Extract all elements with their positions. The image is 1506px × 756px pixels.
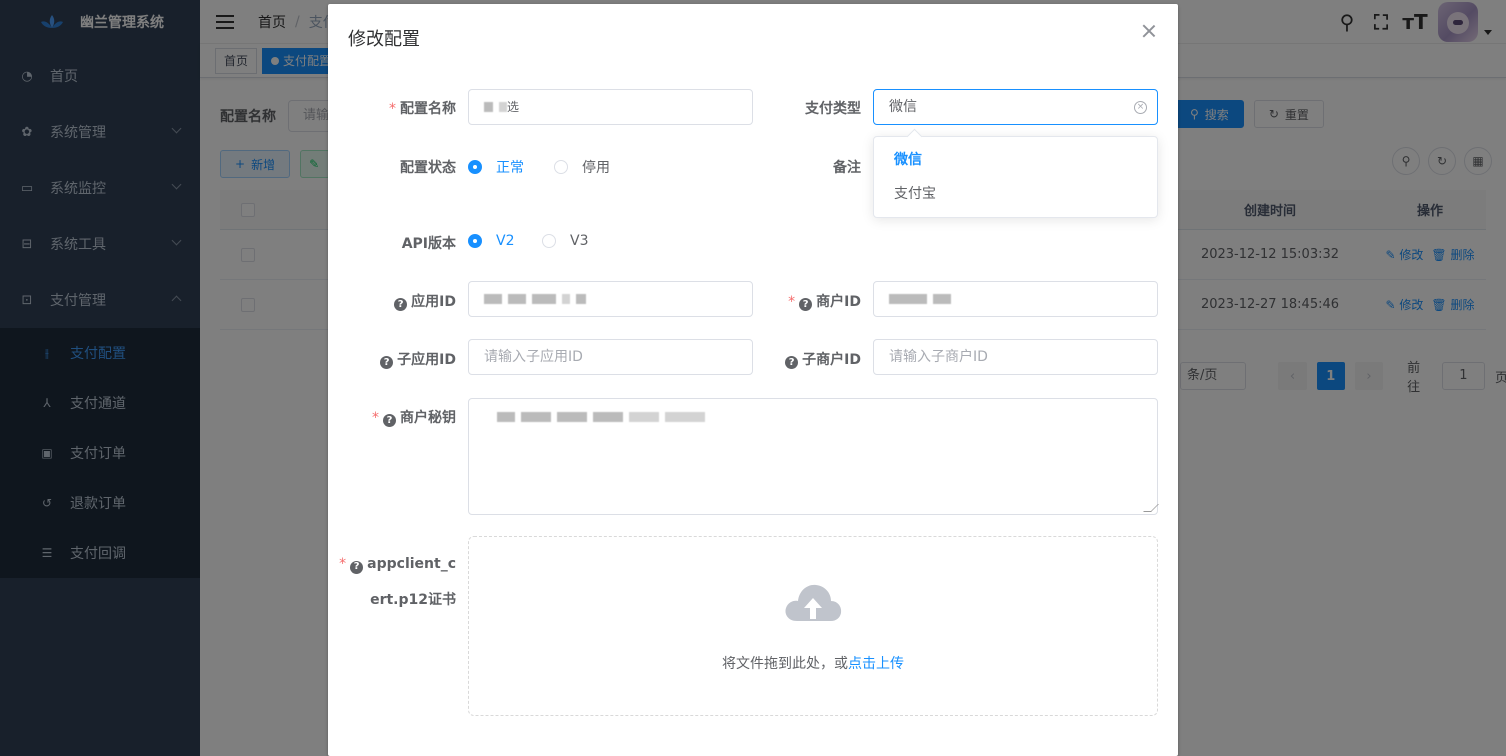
radio-label: 正常 <box>496 160 524 176</box>
mch-key-label: *? 商户秘钥 <box>372 407 456 427</box>
redacted-text <box>532 294 556 304</box>
redacted-text <box>665 412 705 422</box>
question-icon[interactable]: ? <box>785 356 799 369</box>
sub-mch-id-label: ? 子商户ID <box>785 349 861 369</box>
redacted-text <box>889 294 927 304</box>
pay-type-label: 支付类型 <box>805 98 861 118</box>
redacted-text <box>562 294 570 304</box>
config-name-value-suffix: 选 <box>507 100 520 114</box>
cloud-upload-icon <box>785 584 842 621</box>
cert-label-line1: *? appclient_c <box>339 546 456 582</box>
cert-label-line2: ert.p12证书 <box>370 592 456 608</box>
radio-unchecked-icon <box>542 234 556 248</box>
dropdown-option-wechat[interactable]: 微信 <box>874 143 1157 177</box>
sub-app-id-input[interactable]: 请输入子应用ID <box>468 339 753 375</box>
remark-label-text: 备注 <box>833 160 861 176</box>
required-mark: * <box>339 556 347 572</box>
question-icon[interactable]: ? <box>799 298 813 311</box>
redacted-text <box>497 412 515 422</box>
cert-upload-dropzone[interactable]: 将文件拖到此处，或点击上传 <box>468 536 1158 716</box>
redacted-text <box>933 294 951 304</box>
sub-mch-id-input[interactable]: 请输入子商户ID <box>873 339 1158 375</box>
status-label-text: 配置状态 <box>400 160 456 176</box>
required-mark: * <box>389 101 396 117</box>
status-radio-normal[interactable]: 正常 <box>468 157 524 177</box>
pay-type-dropdown: 微信 支付宝 <box>873 136 1158 218</box>
edit-config-dialog: 修改配置 * 配置名称 选 支付类型 微信 × 配置状态 正常 停用 备注 API… <box>328 4 1178 756</box>
radio-label: V3 <box>570 233 589 249</box>
remark-label: 备注 <box>833 157 861 177</box>
config-name-label-text: 配置名称 <box>400 101 456 117</box>
redacted-text <box>499 102 507 112</box>
api-version-label: API版本 <box>402 233 456 253</box>
redacted-text <box>484 102 493 112</box>
pay-type-select[interactable]: 微信 × <box>873 89 1158 125</box>
cert-label: *? appclient_c ert.p12证书 <box>339 546 456 618</box>
close-icon[interactable] <box>1142 24 1156 38</box>
redacted-text <box>484 294 502 304</box>
radio-checked-icon <box>468 160 482 174</box>
app-id-label: ? 应用ID <box>394 291 456 311</box>
sub-app-id-label: ? 子应用ID <box>380 349 456 369</box>
mch-id-label-text: 商户ID <box>816 294 861 310</box>
radio-unchecked-icon <box>554 160 568 174</box>
pay-type-label-text: 支付类型 <box>805 101 861 117</box>
config-name-label: * 配置名称 <box>389 98 456 118</box>
mch-id-label: *? 商户ID <box>788 291 861 311</box>
config-name-input[interactable]: 选 <box>468 89 753 125</box>
redacted-text <box>576 294 586 304</box>
radio-label: V2 <box>496 233 515 249</box>
sub-app-id-label-text: 子应用ID <box>397 352 456 368</box>
redacted-text <box>521 412 551 422</box>
sub-mch-id-label-text: 子商户ID <box>802 352 861 368</box>
upload-hint-text: 将文件拖到此处，或 <box>722 656 848 672</box>
cert-label-text: appclient_c <box>367 556 456 572</box>
required-mark: * <box>788 294 796 310</box>
redacted-text <box>629 412 659 422</box>
api-version-radio-v3[interactable]: V3 <box>542 233 588 249</box>
status-label: 配置状态 <box>400 157 456 177</box>
redacted-text <box>593 412 623 422</box>
radio-label: 停用 <box>582 160 610 176</box>
dropdown-option-alipay[interactable]: 支付宝 <box>874 177 1157 211</box>
question-icon[interactable]: ? <box>383 414 396 427</box>
upload-hint: 将文件拖到此处，或点击上传 <box>469 653 1157 673</box>
mch-key-textarea[interactable] <box>468 398 1159 515</box>
mch-id-input[interactable] <box>873 281 1158 317</box>
question-icon[interactable]: ? <box>394 298 408 311</box>
app-id-label-text: 应用ID <box>411 294 456 310</box>
question-icon[interactable]: ? <box>380 356 394 369</box>
status-radio-disabled[interactable]: 停用 <box>554 157 610 177</box>
app-id-input[interactable] <box>468 281 753 317</box>
redacted-text <box>557 412 587 422</box>
dialog-title: 修改配置 <box>348 29 420 50</box>
upload-link[interactable]: 点击上传 <box>848 656 904 672</box>
required-mark: * <box>372 410 379 426</box>
mch-key-label-text: 商户秘钥 <box>400 410 456 426</box>
question-icon[interactable]: ? <box>350 560 364 574</box>
resize-handle[interactable] <box>1143 504 1159 512</box>
radio-checked-icon <box>468 234 482 248</box>
api-version-label-text: API版本 <box>401 236 456 252</box>
pay-type-value: 微信 <box>889 99 917 115</box>
api-version-radio-v2[interactable]: V2 <box>468 233 514 249</box>
clear-icon[interactable]: × <box>1134 101 1147 114</box>
redacted-text <box>508 294 526 304</box>
